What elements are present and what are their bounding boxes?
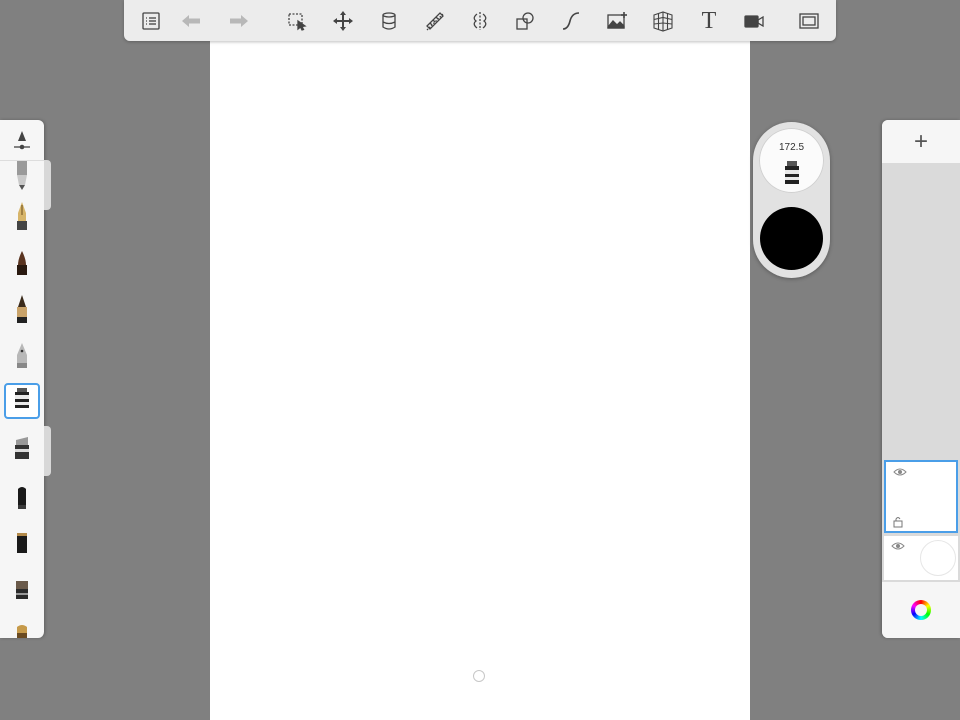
block-marker-icon[interactable] <box>4 526 40 562</box>
brush-scroll-handle-lower[interactable] <box>44 426 51 476</box>
fill-bucket-icon[interactable] <box>374 6 404 36</box>
menu-list-icon[interactable] <box>136 6 166 36</box>
airbrush-icon[interactable] <box>4 336 40 372</box>
brush-properties-icon <box>14 131 30 150</box>
loading-spinner-icon <box>473 670 485 682</box>
selection-icon[interactable] <box>282 6 312 36</box>
fullscreen-icon[interactable] <box>794 6 824 36</box>
layer-panel: + <box>882 120 960 638</box>
felt-pen-icon[interactable] <box>4 480 40 516</box>
eye-icon[interactable] <box>891 541 905 551</box>
ruler-icon[interactable] <box>420 6 450 36</box>
pencil-brush-icon[interactable] <box>4 158 40 194</box>
ink-pen-icon[interactable] <box>4 290 40 326</box>
brush-pen-icon[interactable] <box>4 244 40 280</box>
current-brush-icon <box>785 161 799 184</box>
add-layer-button[interactable]: + <box>882 120 960 163</box>
marker-brush-icon[interactable] <box>4 383 40 419</box>
redo-icon[interactable] <box>224 6 254 36</box>
brush-puck: 172.5 <box>753 122 830 278</box>
brush-palette <box>0 120 44 638</box>
text-icon[interactable]: T <box>694 6 724 36</box>
color-editor-button[interactable] <box>882 582 960 638</box>
add-image-icon[interactable] <box>602 6 632 36</box>
chisel-marker-icon[interactable] <box>4 432 40 468</box>
eye-icon[interactable] <box>893 467 907 477</box>
symmetry-icon[interactable] <box>465 6 495 36</box>
transform-icon[interactable] <box>328 6 358 36</box>
undo-icon[interactable] <box>176 6 206 36</box>
ballpoint-pen-icon[interactable] <box>4 198 40 234</box>
curve-icon[interactable] <box>556 6 586 36</box>
brush-library-button[interactable] <box>0 120 44 161</box>
brush-size-value: 172.5 <box>778 142 805 153</box>
shapes-icon[interactable] <box>510 6 540 36</box>
main-toolbar: T <box>124 0 836 41</box>
background-layer-thumbnail[interactable] <box>884 536 958 580</box>
lock-icon[interactable] <box>892 516 904 528</box>
color-wheel-icon[interactable] <box>911 600 931 620</box>
perspective-grid-icon[interactable] <box>648 6 678 36</box>
layer-1-thumbnail[interactable] <box>884 460 958 533</box>
current-color-swatch[interactable] <box>760 207 823 270</box>
background-color-swatch[interactable] <box>920 540 956 576</box>
flat-brush-icon[interactable] <box>4 618 40 638</box>
brush-size-control[interactable]: 172.5 <box>759 128 824 193</box>
chisel-pen-icon[interactable] <box>4 572 40 608</box>
drawing-canvas[interactable] <box>210 0 750 720</box>
brush-scroll-handle[interactable] <box>44 160 51 210</box>
time-lapse-icon[interactable] <box>739 6 769 36</box>
